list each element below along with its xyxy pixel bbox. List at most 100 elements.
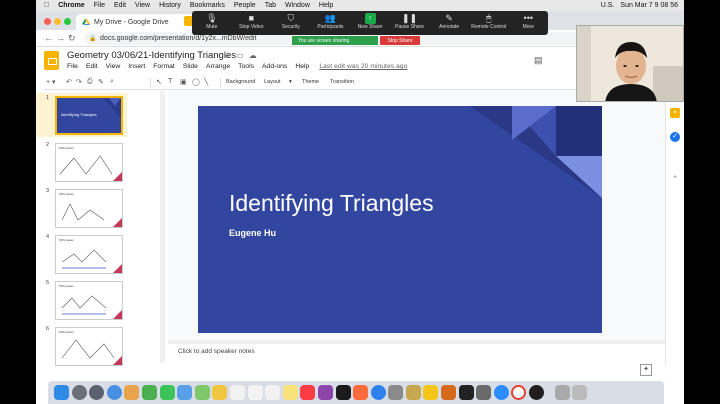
menu-chrome[interactable]: Chrome: [58, 2, 84, 9]
notes-divider[interactable]: [168, 340, 665, 344]
slide-thumbnail-1[interactable]: Identifying Triangles: [55, 96, 123, 135]
siri-icon[interactable]: [71, 385, 87, 400]
reload-icon[interactable]: ↻: [68, 33, 76, 44]
menu-tools[interactable]: Tools: [238, 63, 254, 70]
slide-subtitle[interactable]: Eugene Hu: [229, 228, 276, 238]
layout-button[interactable]: Layout: [264, 79, 281, 85]
safari-icon[interactable]: [106, 385, 122, 400]
terminal-icon[interactable]: [458, 385, 474, 400]
menu-view[interactable]: View: [106, 63, 121, 70]
zoom-app-icon[interactable]: [493, 385, 509, 400]
zoom-mute-button[interactable]: 🎙 Mute: [192, 11, 232, 35]
last-edit-link[interactable]: Last edit was 20 minutes ago: [319, 63, 407, 70]
photos-app-icon[interactable]: [212, 385, 228, 400]
menu-edit[interactable]: Edit: [86, 63, 98, 70]
new-slide-icon[interactable]: + ▾: [46, 78, 56, 86]
layout-dropdown-icon[interactable]: ▾: [289, 79, 292, 85]
clock[interactable]: Sun Mar 7 9 08 56: [620, 2, 678, 9]
system-preferences-icon[interactable]: [388, 385, 404, 400]
cloud-status-icon[interactable]: ☁: [249, 51, 262, 60]
zoom-remote-control-button[interactable]: 🖱 Remote Control: [469, 11, 509, 35]
stop-share-button[interactable]: Stop Share: [380, 36, 420, 45]
system-app-icon[interactable]: [529, 385, 545, 400]
redo-icon[interactable]: ↷: [76, 78, 82, 86]
close-window-icon[interactable]: [44, 18, 51, 25]
app-store-icon[interactable]: [370, 385, 386, 400]
mail-icon[interactable]: [177, 385, 193, 400]
zoom-security-button[interactable]: ⛉ Security: [271, 11, 311, 35]
keep-icon[interactable]: ▪: [670, 108, 680, 118]
menu-file[interactable]: File: [67, 63, 78, 70]
zoom-video-button[interactable]: ■ Stop Video: [232, 11, 272, 35]
tasks-icon[interactable]: ✓: [670, 132, 680, 142]
background-button[interactable]: Background: [226, 79, 255, 85]
music-icon[interactable]: [300, 385, 316, 400]
transition-button[interactable]: Transition: [330, 79, 354, 85]
menu-file[interactable]: File: [94, 2, 105, 9]
comments-icon[interactable]: ▤: [534, 55, 543, 66]
user-app-icon[interactable]: [423, 385, 439, 400]
menu-format[interactable]: Format: [153, 63, 175, 70]
move-folder-icon[interactable]: ▭: [236, 51, 249, 60]
maximize-window-icon[interactable]: [64, 18, 71, 25]
speaker-notes[interactable]: Click to add speaker notes: [178, 348, 255, 355]
explore-icon[interactable]: ✦: [640, 364, 652, 376]
slide-thumbnail-3[interactable]: SSS cases: [55, 189, 123, 228]
menu-addons[interactable]: Add-ons: [262, 63, 287, 70]
menu-history[interactable]: History: [159, 2, 181, 9]
add-addon-icon[interactable]: +: [670, 173, 680, 183]
slide-thumbnail-4[interactable]: SSS cases: [55, 235, 123, 274]
paint-format-icon[interactable]: ✎: [98, 78, 104, 86]
menu-slide[interactable]: Slide: [183, 63, 198, 70]
slide-thumbnail-5[interactable]: SSS cases: [55, 281, 123, 320]
undo-icon[interactable]: ↶: [66, 78, 72, 86]
menu-tab[interactable]: Tab: [265, 2, 276, 9]
launchpad-icon[interactable]: [89, 385, 105, 400]
current-slide[interactable]: Identifying Triangles Eugene Hu: [198, 106, 602, 333]
back-icon[interactable]: ←: [44, 33, 53, 43]
zoom-participants-button[interactable]: 👥 Participants: [311, 11, 351, 35]
slides-logo-icon[interactable]: [44, 51, 59, 70]
theme-button[interactable]: Theme: [302, 79, 319, 85]
zoom-pause-button[interactable]: ❚❚ Pause Share: [390, 11, 430, 35]
reminders-icon[interactable]: [265, 385, 281, 400]
filmstrip-scrollbar[interactable]: [160, 91, 165, 363]
menu-edit[interactable]: Edit: [114, 2, 126, 9]
menu-view[interactable]: View: [135, 2, 150, 9]
chrome-icon[interactable]: [511, 385, 527, 400]
slide-title[interactable]: Identifying Triangles: [229, 190, 434, 217]
line-icon[interactable]: ╲: [204, 78, 208, 86]
archive-icon[interactable]: [441, 385, 457, 400]
slide-thumbnail-2[interactable]: SSS cases: [55, 143, 123, 182]
zoom-icon[interactable]: ⌕: [110, 78, 114, 86]
shape-icon[interactable]: ◯: [192, 78, 200, 86]
photos-icon[interactable]: [124, 385, 140, 400]
zoom-new-share-button[interactable]: ↑ New Share: [350, 11, 390, 35]
messages-icon[interactable]: [159, 385, 175, 400]
facetime-icon[interactable]: [141, 385, 157, 400]
zoom-more-button[interactable]: ••• More: [509, 11, 549, 35]
slide-thumbnail-6[interactable]: SSS cases: [55, 327, 123, 366]
webcam-video[interactable]: [576, 25, 684, 102]
forward-icon[interactable]: →: [56, 33, 65, 43]
menu-window[interactable]: Window: [285, 2, 310, 9]
text-box-icon[interactable]: T: [168, 78, 172, 85]
calendar-icon[interactable]: [229, 385, 245, 400]
image-icon[interactable]: ▣: [180, 78, 187, 86]
menu-people[interactable]: People: [234, 2, 256, 9]
apple-icon[interactable]: : [44, 2, 49, 9]
menu-bookmarks[interactable]: Bookmarks: [190, 2, 225, 9]
maps-icon[interactable]: [194, 385, 210, 400]
document-title[interactable]: Geometry 03/06/21-Identifying Triangles: [67, 50, 236, 61]
menu-arrange[interactable]: Arrange: [206, 63, 230, 70]
notes-icon[interactable]: [282, 385, 298, 400]
select-icon[interactable]: ↖: [156, 78, 162, 86]
star-icon[interactable]: ☆: [224, 51, 236, 60]
podcasts-icon[interactable]: [317, 385, 333, 400]
menu-help[interactable]: Help: [319, 2, 333, 9]
trash-icon[interactable]: [572, 385, 588, 400]
minimize-window-icon[interactable]: [54, 18, 61, 25]
print-icon[interactable]: ⎙: [87, 78, 93, 86]
downloads-folder-icon[interactable]: [554, 385, 570, 400]
contacts-icon[interactable]: [247, 385, 263, 400]
